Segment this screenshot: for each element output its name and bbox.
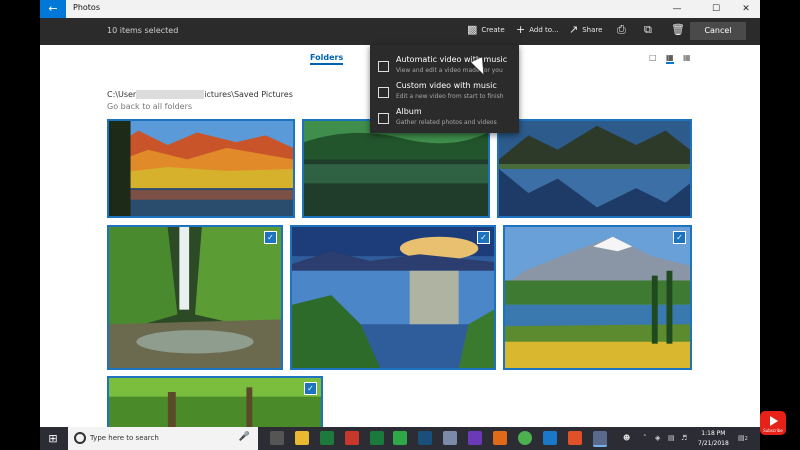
waterfall-image xyxy=(109,227,281,368)
photos-app-icon[interactable] xyxy=(593,431,607,447)
photo-tile[interactable]: ✓ xyxy=(107,376,323,427)
path-suffix: ictures\Saved Pictures xyxy=(204,90,293,99)
selected-checkbox[interactable]: ✓ xyxy=(304,382,317,395)
photo-tile[interactable] xyxy=(302,119,490,218)
camtasia-icon[interactable] xyxy=(393,431,407,445)
photo-tile[interactable]: ✓ xyxy=(503,225,692,370)
maximize-button[interactable]: ☐ xyxy=(702,0,730,18)
menu-item-title: Album xyxy=(396,107,422,116)
microphone-icon[interactable]: 🎤 xyxy=(239,432,250,442)
large-view-icon[interactable]: □ xyxy=(649,53,657,62)
menu-item-custom-video[interactable]: Custom video with music Edit a new video… xyxy=(370,81,519,107)
notifications-icon[interactable]: ▤2 xyxy=(738,434,748,442)
network-icon[interactable]: ▤ xyxy=(668,434,675,442)
folder-path: C:\User ictures\Saved Pictures xyxy=(107,90,293,99)
app-title: Photos xyxy=(73,3,100,12)
photo-tile[interactable]: ✓ xyxy=(107,225,283,370)
selection-count: 10 items selected xyxy=(107,26,179,35)
taskbar: ⊞ Type here to search 🎤 ☻ ˄ ◈ ▤ ♬ 1:18 P… xyxy=(40,427,760,450)
app-icon[interactable] xyxy=(493,431,507,445)
selected-checkbox[interactable]: ✓ xyxy=(477,231,490,244)
task-view-icon[interactable] xyxy=(270,431,284,445)
dropbox-icon[interactable]: ◈ xyxy=(655,434,660,442)
cortana-icon xyxy=(74,432,86,444)
copy-icon[interactable]: ⧉ xyxy=(644,23,652,37)
video-icon xyxy=(378,61,389,72)
tab-folders[interactable]: Folders xyxy=(310,53,344,65)
clock[interactable]: 1:18 PM 7/21/2018 xyxy=(698,429,729,449)
volume-icon[interactable]: ♬ xyxy=(681,434,687,442)
notification-count: 2 xyxy=(744,436,748,442)
forest-image xyxy=(109,378,321,427)
sunset-lake-image xyxy=(292,227,494,368)
plus-icon: + xyxy=(516,23,526,36)
onenote-icon[interactable] xyxy=(468,431,482,445)
powerpoint-icon[interactable] xyxy=(345,431,359,445)
taskbar-search[interactable]: Type here to search 🎤 xyxy=(68,427,258,450)
delete-icon[interactable]: 🗑 xyxy=(671,23,685,36)
excel-icon[interactable] xyxy=(320,431,334,445)
edge-icon[interactable] xyxy=(543,431,557,445)
menu-item-subtitle: Edit a new video from start to finish xyxy=(396,93,504,100)
back-to-folders-link[interactable]: Go back to all folders xyxy=(107,102,192,111)
photo-tile[interactable] xyxy=(107,119,295,218)
subscribe-label: Subscribe xyxy=(763,428,783,433)
chevron-up-icon[interactable]: ˄ xyxy=(643,434,647,442)
menu-item-automatic-video[interactable]: Automatic video with music View and edit… xyxy=(370,55,519,81)
video-icon xyxy=(378,87,389,98)
steam-icon[interactable] xyxy=(418,431,432,445)
share-icon: ↗ xyxy=(569,23,579,36)
add-to-button[interactable]: + Add to... xyxy=(516,24,559,35)
selected-checkbox[interactable]: ✓ xyxy=(264,231,277,244)
app-icon[interactable] xyxy=(443,431,457,445)
command-bar: 10 items selected ▩ Create + Add to... ↗… xyxy=(40,18,760,45)
create-icon: ▩ xyxy=(467,23,478,36)
cancel-button[interactable]: Cancel xyxy=(690,22,746,40)
photo-tile[interactable] xyxy=(497,119,692,218)
share-label: Share xyxy=(582,25,603,34)
title-bar: ← Photos — ☐ ✕ xyxy=(40,0,760,18)
share-button[interactable]: ↗ Share xyxy=(569,24,602,35)
file-explorer-icon[interactable] xyxy=(295,431,309,445)
photo-tile[interactable]: ✓ xyxy=(290,225,496,370)
small-view-icon[interactable]: ▦ xyxy=(683,53,691,62)
menu-item-title: Automatic video with music xyxy=(396,55,508,64)
play-icon xyxy=(770,416,778,426)
album-icon xyxy=(378,113,389,124)
menu-item-album[interactable]: Album Gather related photos and videos xyxy=(370,107,519,133)
chrome-icon[interactable] xyxy=(518,431,532,445)
snowy-mountain-image xyxy=(505,227,690,368)
create-button[interactable]: ▩ Create xyxy=(467,24,505,35)
clock-date: 7/21/2018 xyxy=(698,440,729,447)
subscribe-button[interactable]: Subscribe xyxy=(760,411,786,435)
mountain-lake-image xyxy=(499,121,690,216)
create-label: Create xyxy=(481,25,505,34)
add-to-label: Add to... xyxy=(529,25,559,34)
selected-checkbox[interactable]: ✓ xyxy=(673,231,686,244)
publisher-icon[interactable] xyxy=(370,431,384,445)
path-prefix: C:\User xyxy=(107,90,137,99)
menu-item-subtitle: Gather related photos and videos xyxy=(396,119,497,126)
print-icon[interactable]: ⎙ xyxy=(617,23,626,37)
menu-item-title: Custom video with music xyxy=(396,81,497,90)
camtasia-recorder-icon[interactable] xyxy=(568,431,582,445)
create-menu: Automatic video with music View and edit… xyxy=(370,45,519,133)
medium-view-icon[interactable]: ▦ xyxy=(666,53,674,64)
people-icon[interactable]: ☻ xyxy=(623,434,630,442)
minimize-button[interactable]: — xyxy=(663,0,691,18)
close-button[interactable]: ✕ xyxy=(732,0,760,18)
green-lake-image xyxy=(304,121,488,216)
search-placeholder: Type here to search xyxy=(90,434,159,442)
clock-time: 1:18 PM xyxy=(701,430,726,437)
redacted-path-segment xyxy=(136,90,205,99)
back-arrow-icon[interactable]: ← xyxy=(40,0,66,18)
windows-start-icon[interactable]: ⊞ xyxy=(40,427,66,450)
autumn-lake-image xyxy=(109,121,293,216)
